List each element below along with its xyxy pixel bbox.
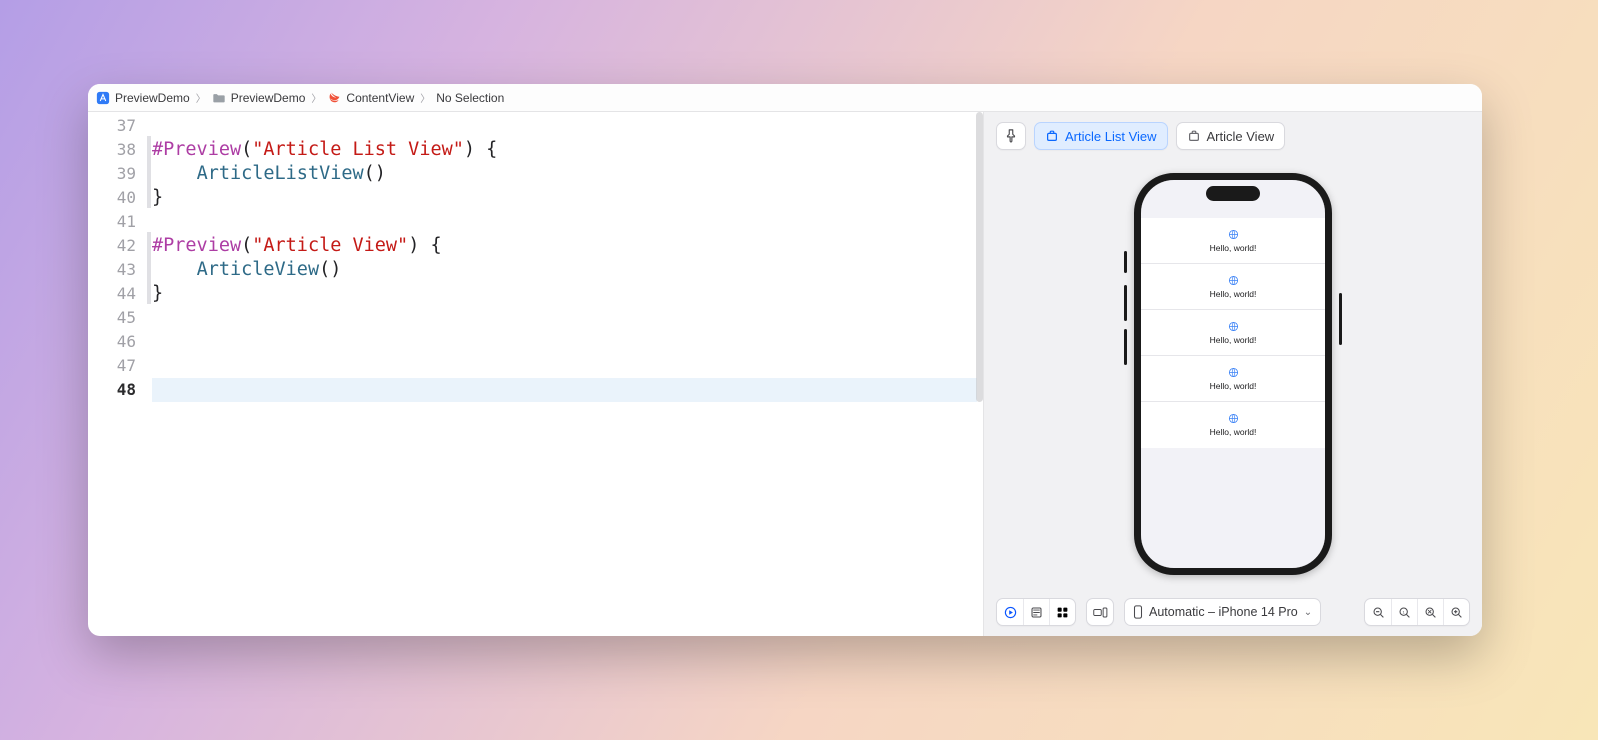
- list-item-label: Hello, world!: [1210, 243, 1257, 253]
- globe-icon: [1228, 321, 1239, 332]
- preview-panel: Article List View Article View Hello, wor…: [984, 112, 1482, 636]
- live-preview-button[interactable]: [997, 599, 1023, 625]
- device-selector[interactable]: Automatic – iPhone 14 Pro ⌄: [1124, 598, 1321, 626]
- preview-canvas[interactable]: Hello, world! Hello, world! Hello, world! H…: [984, 112, 1482, 636]
- preview-tab-icon: [1187, 129, 1201, 143]
- zoom-fit-button[interactable]: [1417, 599, 1443, 625]
- device-iphone-14-pro: Hello, world! Hello, world! Hello, world! H…: [1134, 173, 1332, 575]
- list-item-label: Hello, world!: [1210, 427, 1257, 437]
- list-item-label: Hello, world!: [1210, 381, 1257, 391]
- zoom-fit-icon: [1424, 606, 1437, 619]
- preview-tab-bar: Article List View Article View: [984, 122, 1482, 150]
- preview-tab[interactable]: Article View: [1176, 122, 1286, 150]
- crumb-file-label: ContentView: [346, 91, 414, 105]
- zoom-in-icon: [1450, 606, 1463, 619]
- crumb-selection-label: No Selection: [436, 91, 504, 105]
- grid-icon: [1056, 606, 1069, 619]
- code-area[interactable]: #Preview("Article List View") { ArticleL…: [152, 112, 983, 636]
- preview-content: Hello, world! Hello, world! Hello, world! H…: [1141, 180, 1325, 568]
- pin-icon: [1004, 129, 1018, 143]
- zoom-100-icon: 1: [1398, 606, 1411, 619]
- device-settings-icon: [1093, 606, 1108, 619]
- swift-file-icon: [327, 91, 341, 105]
- globe-icon: [1228, 275, 1239, 286]
- preview-toolbar: Automatic – iPhone 14 Pro ⌄ 1: [984, 598, 1482, 626]
- folder-icon: [212, 91, 226, 105]
- selectable-preview-button[interactable]: [1023, 599, 1049, 625]
- chevron-down-icon: ⌄: [1304, 607, 1312, 618]
- crumb-folder-label: PreviewDemo: [231, 91, 306, 105]
- breadcrumb-separator: 〉: [196, 90, 206, 105]
- device-settings-button[interactable]: [1086, 598, 1114, 626]
- crumb-project[interactable]: PreviewDemo: [96, 91, 190, 105]
- device-selector-label: Automatic – iPhone 14 Pro: [1149, 605, 1298, 619]
- list-item[interactable]: Hello, world!: [1141, 264, 1325, 310]
- preview-tab[interactable]: Article List View: [1034, 122, 1168, 150]
- zoom-group: 1: [1364, 598, 1470, 626]
- crumb-file[interactable]: ContentView: [327, 91, 414, 105]
- zoom-in-button[interactable]: [1443, 599, 1469, 625]
- globe-icon: [1228, 367, 1239, 378]
- line-number-gutter: 373839404142434445464748: [88, 112, 146, 636]
- breadcrumb: PreviewDemo 〉 PreviewDemo 〉 ContentView …: [88, 84, 1482, 112]
- play-icon: [1004, 606, 1017, 619]
- globe-icon: [1228, 229, 1239, 240]
- preview-mode-group: [996, 598, 1076, 626]
- preview-tab-label: Article List View: [1065, 129, 1157, 144]
- zoom-out-icon: [1372, 606, 1385, 619]
- iphone-icon: [1133, 605, 1143, 619]
- preview-tab-label: Article View: [1207, 129, 1275, 144]
- project-icon: [96, 91, 110, 105]
- dynamic-island: [1206, 186, 1260, 201]
- list-item[interactable]: Hello, world!: [1141, 402, 1325, 448]
- list-item-label: Hello, world!: [1210, 335, 1257, 345]
- main-split: 373839404142434445464748 #Preview("Artic…: [88, 112, 1482, 636]
- list-item-label: Hello, world!: [1210, 289, 1257, 299]
- list-item[interactable]: Hello, world!: [1141, 218, 1325, 264]
- code-editor[interactable]: 373839404142434445464748 #Preview("Artic…: [88, 112, 984, 636]
- variants-button[interactable]: [1049, 599, 1075, 625]
- svg-text:1: 1: [1403, 609, 1406, 614]
- globe-icon: [1228, 413, 1239, 424]
- editor-scrollbar[interactable]: [976, 112, 983, 402]
- xcode-window: PreviewDemo 〉 PreviewDemo 〉 ContentView …: [88, 84, 1482, 636]
- crumb-selection[interactable]: No Selection: [436, 91, 504, 105]
- breadcrumb-separator: 〉: [311, 90, 321, 105]
- crumb-folder[interactable]: PreviewDemo: [212, 91, 306, 105]
- zoom-actual-button[interactable]: 1: [1391, 599, 1417, 625]
- pin-preview-button[interactable]: [996, 122, 1026, 150]
- list-item[interactable]: Hello, world!: [1141, 310, 1325, 356]
- list-item[interactable]: Hello, world!: [1141, 356, 1325, 402]
- crumb-project-label: PreviewDemo: [115, 91, 190, 105]
- zoom-out-button[interactable]: [1365, 599, 1391, 625]
- preview-tab-icon: [1045, 129, 1059, 143]
- breadcrumb-separator: 〉: [420, 90, 430, 105]
- selectable-icon: [1030, 606, 1043, 619]
